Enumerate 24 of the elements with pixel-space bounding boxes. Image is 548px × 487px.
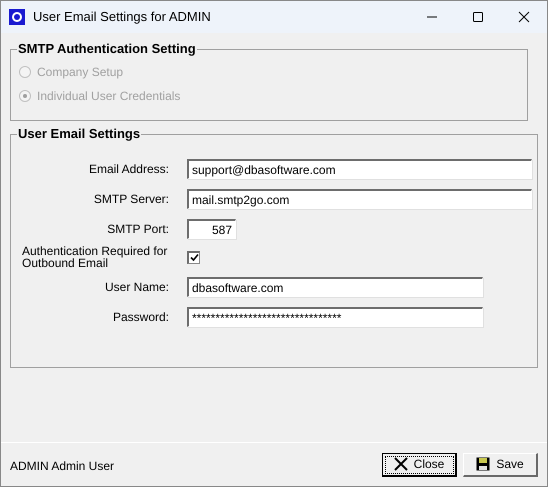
field-label: User Name: [104,279,169,296]
field-label: Password: [112,309,169,326]
input-field[interactable]: 587 [187,219,236,239]
group-title: User Email Settings [17,126,142,142]
status-text: ADMIN Admin User [10,458,116,474]
close-button[interactable]: Close [382,452,457,476]
radio-label: Individual User Credentials [37,88,180,105]
close-icon [394,457,408,471]
input-field[interactable]: ******************************** [187,307,483,327]
close-icon [518,11,530,23]
field-label: Authentication Required for Outbound Email [21,245,168,269]
maximize-icon [472,11,484,23]
app-icon [9,9,25,25]
group-title: SMTP Authentication Setting [17,41,197,57]
save-button[interactable]: Save [463,452,538,476]
input-field[interactable]: support@dbasoftware.com [187,159,532,179]
field-label: Email Address: [88,161,169,178]
radio-label: Company Setup [37,64,124,81]
input-field[interactable]: dbasoftware.com [187,277,483,297]
checkbox[interactable] [187,250,200,264]
input-field[interactable]: mail.smtp2go.com [187,189,532,209]
window-title: User Email Settings for ADMIN [33,8,212,26]
field-label: SMTP Port: [106,221,169,238]
field-label: SMTP Server: [92,191,169,208]
